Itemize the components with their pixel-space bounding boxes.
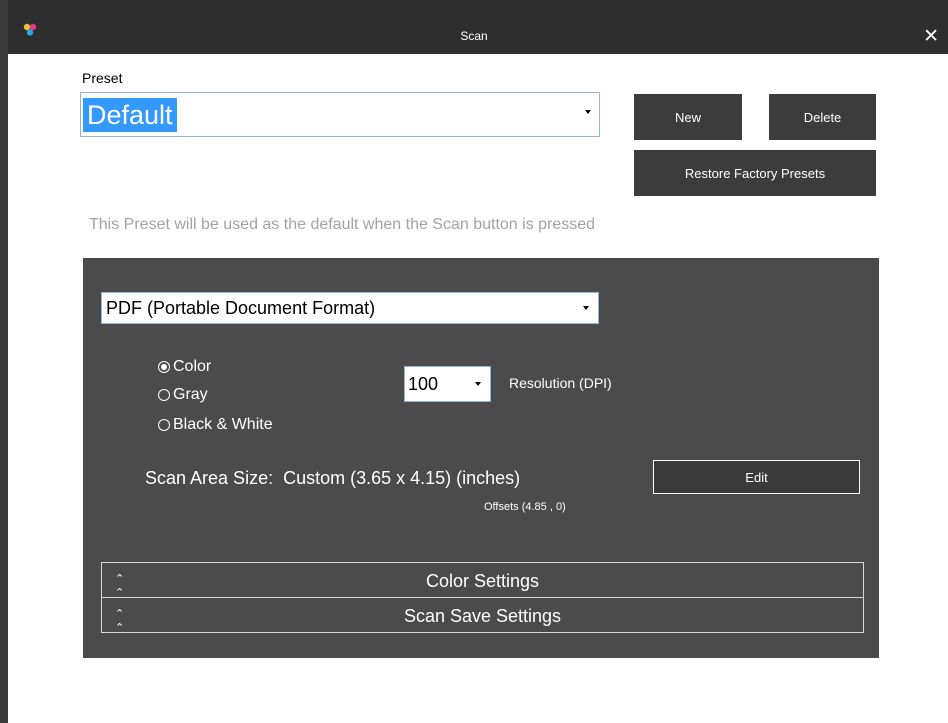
resolution-dropdown[interactable]: 100 [404,366,491,402]
scan-window: Scan ✕ Preset Default New Delete Restore… [0,0,948,723]
new-preset-button[interactable]: New [634,94,742,140]
window-title: Scan [460,29,488,43]
color-mode-radio-black-white[interactable]: Black & White [158,416,273,434]
preset-hint-text: This Preset will be used as the default … [89,216,596,233]
close-icon[interactable]: ✕ [923,27,939,46]
edit-scan-area-button[interactable]: Edit [653,460,860,494]
delete-preset-button[interactable]: Delete [769,94,876,140]
scan-save-settings-section-header[interactable]: ⌃ ⌃ Scan Save Settings [101,597,864,634]
color-mode-radio-gray[interactable]: Gray [158,386,208,404]
preset-dropdown[interactable]: Default [80,92,600,137]
file-format-value: PDF (Portable Document Format) [106,298,376,318]
restore-factory-presets-button[interactable]: Restore Factory Presets [634,150,876,196]
section-title: Scan Save Settings [403,606,562,626]
radio-label: Gray [173,386,208,403]
radio-unselected-icon [158,389,170,401]
resolution-label: Resolution (DPI) [509,375,612,391]
dropdown-arrow-icon [585,110,591,114]
dropdown-arrow-icon [583,306,589,310]
dropdown-arrow-icon [475,382,481,386]
scan-settings-panel: PDF (Portable Document Format) Color Gra… [83,258,879,658]
radio-selected-icon [158,361,170,373]
title-bar: Scan ✕ [0,0,948,54]
color-settings-section-header[interactable]: ⌃ ⌃ Color Settings [101,562,864,599]
radio-label: Black & White [173,416,273,433]
preset-label: Preset [82,70,123,86]
window-left-border [0,0,8,723]
color-mode-radio-color[interactable]: Color [158,358,211,376]
dialog-content: Preset Default New Delete Restore Factor… [8,54,948,723]
section-title: Color Settings [425,571,540,591]
file-format-dropdown[interactable]: PDF (Portable Document Format) [101,292,599,324]
resolution-value: 100 [408,374,439,394]
offsets-text: Offsets (4.85 , 0) [484,501,566,513]
preset-selected-value: Default [83,98,177,132]
radio-label: Color [173,358,212,375]
scan-area-size-text: Scan Area Size: Custom (3.65 x 4.15) (in… [145,468,521,488]
radio-unselected-icon [158,419,170,431]
